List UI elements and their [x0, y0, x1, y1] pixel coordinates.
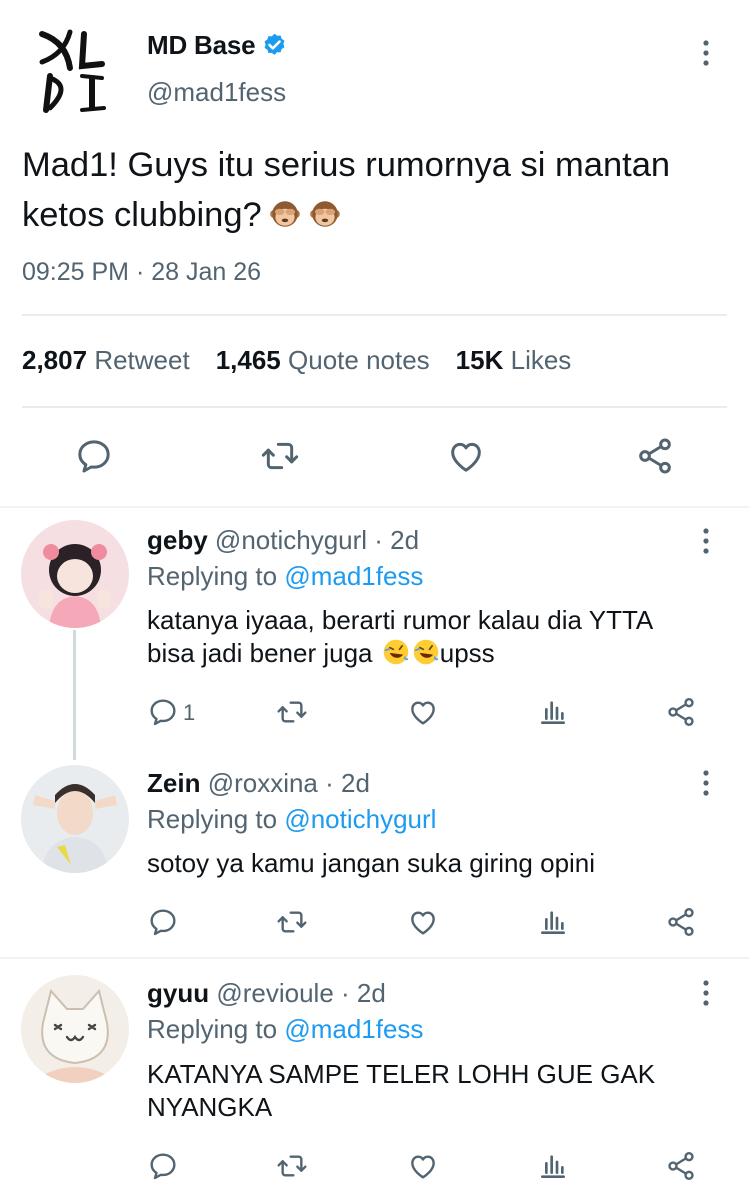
replying-to-prefix: Replying to [147, 804, 278, 834]
avatar[interactable] [21, 975, 129, 1083]
divider [22, 314, 727, 316]
reply-text-line: KATANYA SAMPE TELER LOHH GUE GAK [147, 1059, 656, 1089]
replying-to: Replying to @notichygurl [147, 804, 436, 835]
divider [0, 957, 749, 959]
replying-to-prefix: Replying to [147, 1014, 278, 1044]
views-icon[interactable] [537, 1150, 569, 1182]
reply-text-line: bisa jadi bener juga upss [147, 637, 717, 670]
see-no-evil-monkey-icon [268, 197, 302, 231]
reply-icon[interactable] [147, 906, 179, 938]
quote-stat[interactable]: 1,465 Quote notes [216, 345, 430, 376]
see-no-evil-monkey-icon [308, 197, 342, 231]
reply-text-part: upss [439, 638, 495, 668]
retweet-icon[interactable] [276, 696, 308, 728]
reply-author-name[interactable]: gyuu [147, 978, 209, 1008]
reply-header[interactable]: Zein @roxxina · 2d [147, 768, 370, 799]
avatar[interactable] [21, 765, 129, 873]
reply-text: katanya iyaaa, berarti rumor kalau dia Y… [147, 604, 717, 670]
like-icon[interactable] [446, 436, 486, 476]
reply-handle-time[interactable]: @notichygurl · 2d [215, 525, 419, 555]
more-options-icon[interactable] [696, 38, 716, 68]
retweet-label: Retweet [94, 345, 190, 375]
reply-text-line: NYANGKA [147, 1092, 273, 1122]
tweet-stats: 2,807 Retweet 1,465 Quote notes 15K Like… [22, 345, 597, 376]
divider [22, 406, 727, 408]
account-name-row[interactable]: MD Base [147, 30, 288, 61]
retweet-icon[interactable] [260, 436, 300, 476]
views-icon[interactable] [537, 906, 569, 938]
avatar[interactable] [21, 520, 129, 628]
share-icon[interactable] [665, 1150, 697, 1182]
quote-label: Quote notes [288, 345, 430, 375]
account-handle[interactable]: @mad1fess [147, 77, 286, 108]
verified-badge-icon [265, 33, 285, 55]
account-logo[interactable] [36, 28, 116, 114]
replying-to-prefix: Replying to [147, 561, 278, 591]
likes-label: Likes [510, 345, 572, 375]
replying-to: Replying to @mad1fess [147, 1014, 423, 1045]
replying-to-handle[interactable]: @mad1fess [284, 561, 423, 591]
replying-to-handle[interactable]: @notichygurl [284, 804, 436, 834]
reply-handle-time[interactable]: @revioule · 2d [216, 978, 385, 1008]
reply-author-name[interactable]: geby [147, 525, 208, 555]
more-options-icon[interactable] [696, 526, 716, 556]
views-icon[interactable] [537, 696, 569, 728]
reply-text-line: sotoy ya kamu jangan suka giring opini [147, 848, 596, 878]
reply-header[interactable]: gyuu @revioule · 2d [147, 978, 386, 1009]
reply-icon[interactable] [147, 696, 179, 728]
tweet-body: Mad1! Guys itu serius rumornya si mantan… [22, 146, 671, 234]
quote-count: 1,465 [215, 345, 281, 375]
retweet-stat[interactable]: 2,807 Retweet [22, 345, 190, 376]
reply-text-line: katanya iyaaa, berarti rumor kalau dia Y… [147, 605, 654, 635]
more-options-icon[interactable] [696, 978, 716, 1008]
thread-line [73, 630, 76, 760]
retweet-icon[interactable] [276, 1150, 308, 1182]
share-icon[interactable] [665, 696, 697, 728]
reply-icon[interactable] [74, 436, 114, 476]
replying-to: Replying to @mad1fess [147, 561, 423, 592]
rolling-on-floor-laughing-icon [382, 638, 410, 666]
share-icon[interactable] [665, 906, 697, 938]
like-icon[interactable] [407, 696, 439, 728]
rolling-on-floor-laughing-icon [412, 638, 440, 666]
retweet-icon[interactable] [276, 906, 308, 938]
share-icon[interactable] [635, 436, 675, 476]
replying-to-handle[interactable]: @mad1fess [284, 1014, 423, 1044]
reply-text: KATANYA SAMPE TELER LOHH GUE GAK NYANGKA [147, 1058, 717, 1124]
likes-count: 15K [455, 345, 504, 375]
reply-author-name[interactable]: Zein [147, 768, 200, 798]
likes-stat[interactable]: 15K Likes [456, 345, 572, 376]
reply-handle-time[interactable]: @roxxina · 2d [208, 768, 370, 798]
retweet-count: 2,807 [22, 345, 88, 375]
reply-header[interactable]: geby @notichygurl · 2d [147, 525, 419, 556]
tweet-timestamp[interactable]: 09:25 PM · 28 Jan 26 [22, 258, 261, 287]
reply-icon[interactable] [147, 1150, 179, 1182]
reply-text-part: bisa jadi bener juga [147, 638, 373, 668]
reply-text: sotoy ya kamu jangan suka giring opini [147, 847, 717, 880]
tweet-text: Mad1! Guys itu serius rumornya si mantan… [22, 140, 734, 240]
more-options-icon[interactable] [696, 768, 716, 798]
like-icon[interactable] [407, 1150, 439, 1182]
like-icon[interactable] [407, 906, 439, 938]
divider [0, 506, 749, 508]
reply-count: 1 [183, 700, 196, 725]
account-name[interactable]: MD Base [147, 30, 256, 61]
